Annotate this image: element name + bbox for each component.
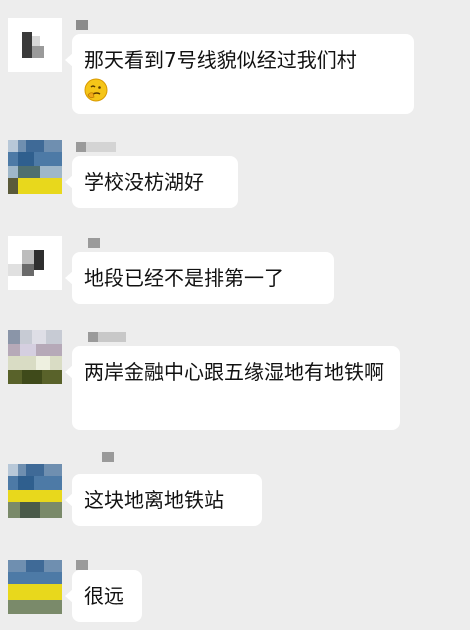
message-bubble[interactable]: 两岸金融中心跟五缘湿地有地铁啊 [65,346,400,430]
sender-name [76,20,88,30]
thinking-face-icon [84,78,108,101]
message-text: 很远 [84,584,124,608]
sender-name [88,332,126,342]
message-text: 学校没枋湖好 [84,170,204,194]
chat-history[interactable]: 那天看到7号线貌似经过我们村 学校没枋湖好 地段已经不是排第一了 两岸金融中心跟… [0,0,470,630]
avatar[interactable] [8,464,62,518]
avatar[interactable] [8,236,62,290]
avatar[interactable] [8,330,62,384]
message-bubble[interactable]: 这块地离地铁站 [65,474,262,526]
message-bubble[interactable]: 学校没枋湖好 [65,156,238,208]
message-bubble[interactable]: 那天看到7号线貌似经过我们村 [65,34,414,114]
message-text: 那天看到7号线貌似经过我们村 [84,48,357,72]
avatar[interactable] [8,560,62,614]
message-bubble[interactable]: 地段已经不是排第一了 [65,252,334,304]
sender-name [76,560,88,570]
message-bubble[interactable]: 很远 [65,570,142,622]
avatar[interactable] [8,140,62,194]
message-text: 这块地离地铁站 [84,488,224,512]
message-text: 两岸金融中心跟五缘湿地有地铁啊 [84,360,384,384]
avatar[interactable] [8,18,62,72]
sender-name [88,238,100,248]
message-text: 地段已经不是排第一了 [84,266,284,290]
sender-name [76,142,116,152]
sender-name [102,452,114,462]
